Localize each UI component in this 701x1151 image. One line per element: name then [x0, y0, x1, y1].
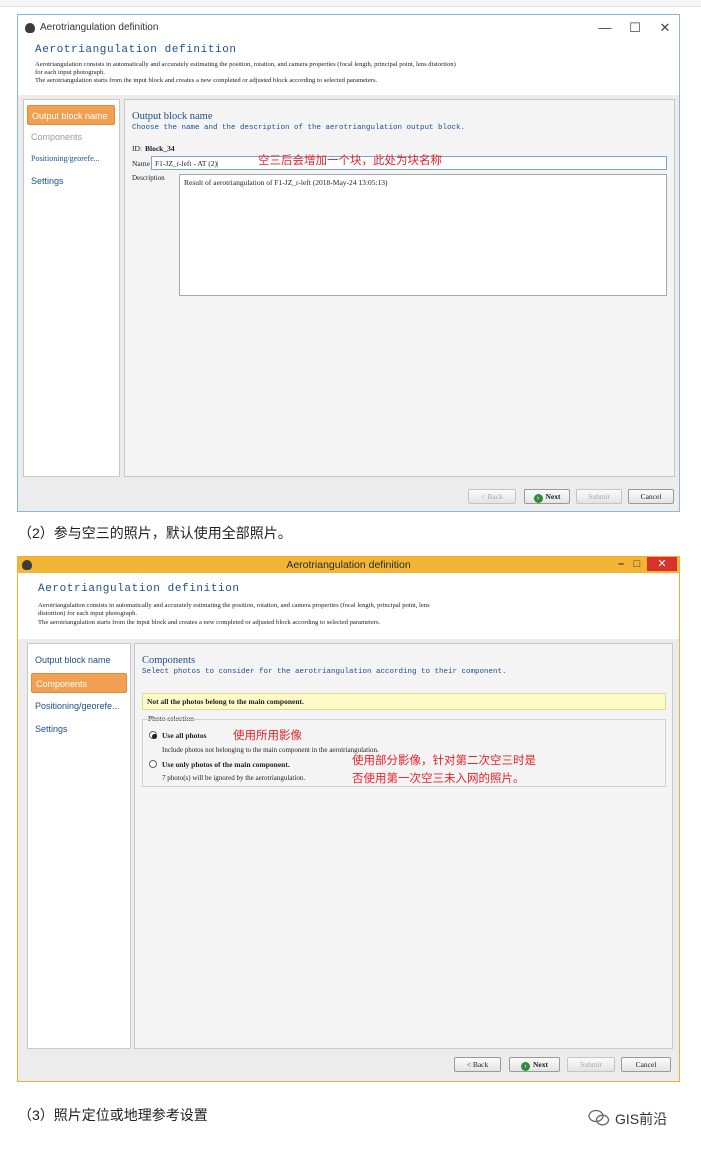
use-main-component-radio[interactable]: [149, 760, 157, 768]
content-title: Output block name: [132, 111, 213, 122]
use-all-photos-annotation: 使用所用影像: [233, 730, 302, 742]
main-component-annotation-line-2: 否使用第一次空三未入网的照片。: [352, 773, 525, 785]
title-bar-2[interactable]: Aerotriangulation definition – □ ✕: [18, 557, 679, 573]
step-content-2: Components Select photos to consider for…: [134, 643, 673, 1049]
dialog-body-2: Output block name Components Positioning…: [18, 639, 679, 1049]
app-icon: [25, 23, 35, 33]
dialog-description-2-line-2: distortion) for each input photograph.: [38, 610, 138, 617]
name-label: Name: [132, 159, 150, 168]
use-all-photos-label[interactable]: Use all photos: [162, 731, 207, 740]
dialog-heading-2: Aerotriangulation definition: [38, 583, 240, 595]
aerotriangulation-dialog-2: Aerotriangulation definition – □ ✕ Aerot…: [17, 556, 680, 1082]
sidebar-item-positioning-2[interactable]: Positioning/georefe...: [31, 696, 127, 716]
step-sidebar: Output block name Components Positioning…: [23, 99, 120, 477]
step-sidebar-2: Output block name Components Positioning…: [27, 643, 131, 1049]
next-button-label: Next: [545, 492, 561, 501]
submit-button-2[interactable]: Submit: [567, 1057, 615, 1072]
watermark-text: GIS前沿: [615, 1111, 668, 1127]
warning-bar: Not all the photos belong to the main co…: [142, 693, 666, 710]
next-button-label-2: Next: [533, 1060, 548, 1069]
content-title-2: Components: [142, 655, 196, 666]
sidebar-item-positioning[interactable]: Positioning/georefe...: [27, 149, 115, 169]
submit-button[interactable]: Submit: [576, 489, 622, 504]
cancel-button[interactable]: Cancel: [628, 489, 674, 504]
id-label: ID:: [132, 144, 142, 153]
maximize-button-2[interactable]: □: [630, 557, 644, 571]
close-button[interactable]: ✕: [651, 18, 679, 38]
cancel-button-2[interactable]: Cancel: [621, 1057, 671, 1072]
step-content: Output block name Choose the name and th…: [124, 99, 675, 477]
close-button-2[interactable]: ✕: [647, 557, 677, 571]
window-title-2: Aerotriangulation definition: [286, 559, 411, 571]
window-title: Aerotriangulation definition: [40, 22, 159, 33]
use-all-photos-radio[interactable]: [149, 731, 157, 739]
description-label: Description: [132, 174, 165, 182]
minimize-button-2[interactable]: –: [614, 557, 628, 571]
button-bar: < Back › Next Submit Cancel: [18, 480, 679, 511]
sidebar-item-output-block-name[interactable]: Output block name: [27, 105, 115, 125]
next-arrow-icon: ›: [533, 494, 543, 503]
use-main-component-label[interactable]: Use only photos of the main component.: [162, 760, 290, 769]
next-button[interactable]: › Next: [524, 489, 570, 504]
main-component-annotation-line-1: 使用部分影像，针对第二次空三时是: [352, 755, 536, 767]
sidebar-item-components-2[interactable]: Components: [31, 673, 127, 693]
wechat-icon: [588, 1109, 610, 1126]
dialog-heading: Aerotriangulation definition: [35, 44, 237, 56]
dialog-description-2-line-3: The aerotriangulation starts from the in…: [38, 619, 381, 626]
use-all-photos-desc: Include photos not belonging to the main…: [162, 746, 379, 754]
name-annotation: 空三后会增加一个块，此处为块名称: [258, 155, 442, 167]
dialog-description-line-1: Aerotriangulation consists in automatica…: [35, 61, 456, 68]
caption-step-3: （3）照片定位或地理参考设置: [18, 1107, 208, 1123]
dialog-header-2: Aerotriangulation definition Aerotriangu…: [18, 573, 679, 639]
back-button-2[interactable]: < Back: [454, 1057, 501, 1072]
top-strip: [0, 0, 701, 7]
sidebar-item-output-block-name-2[interactable]: Output block name: [31, 650, 127, 670]
content-subtitle: Choose the name and the description of t…: [132, 124, 466, 132]
sidebar-item-settings-2[interactable]: Settings: [31, 719, 127, 739]
caption-step-2: （2）参与空三的照片，默认使用全部照片。: [18, 525, 292, 541]
back-button[interactable]: < Back: [468, 489, 516, 504]
dialog-description-2-line-1: Aerotriangulation consists in automatica…: [38, 602, 430, 609]
description-textarea[interactable]: Result of aerotriangulation of F1-JZ_r-l…: [179, 174, 667, 296]
dialog-description-line-2: for each input photograph.: [35, 69, 105, 76]
use-main-component-desc: 7 photo(s) will be ignored by the aerotr…: [162, 774, 306, 782]
sidebar-item-settings[interactable]: Settings: [27, 171, 115, 191]
button-bar-2: < Back › Next Submit Cancel: [18, 1049, 679, 1081]
minimize-button[interactable]: —: [591, 18, 619, 38]
dialog-description-line-3: The aerotriangulation starts from the in…: [35, 77, 378, 84]
content-subtitle-2: Select photos to consider for the aerotr…: [142, 668, 507, 676]
dialog-body: Output block name Components Positioning…: [18, 95, 679, 480]
dialog-header: Aerotriangulation definition Aerotriangu…: [18, 41, 679, 93]
aerotriangulation-dialog-1: Aerotriangulation definition — ☐ ✕ Aerot…: [17, 14, 680, 512]
maximize-button[interactable]: ☐: [621, 18, 649, 38]
next-arrow-icon-2: ›: [521, 1062, 530, 1071]
title-bar[interactable]: Aerotriangulation definition — ☐ ✕: [18, 15, 679, 41]
next-button-2[interactable]: › Next: [509, 1057, 560, 1072]
sidebar-item-components[interactable]: Components: [27, 127, 115, 147]
id-value: Block_34: [145, 144, 175, 153]
